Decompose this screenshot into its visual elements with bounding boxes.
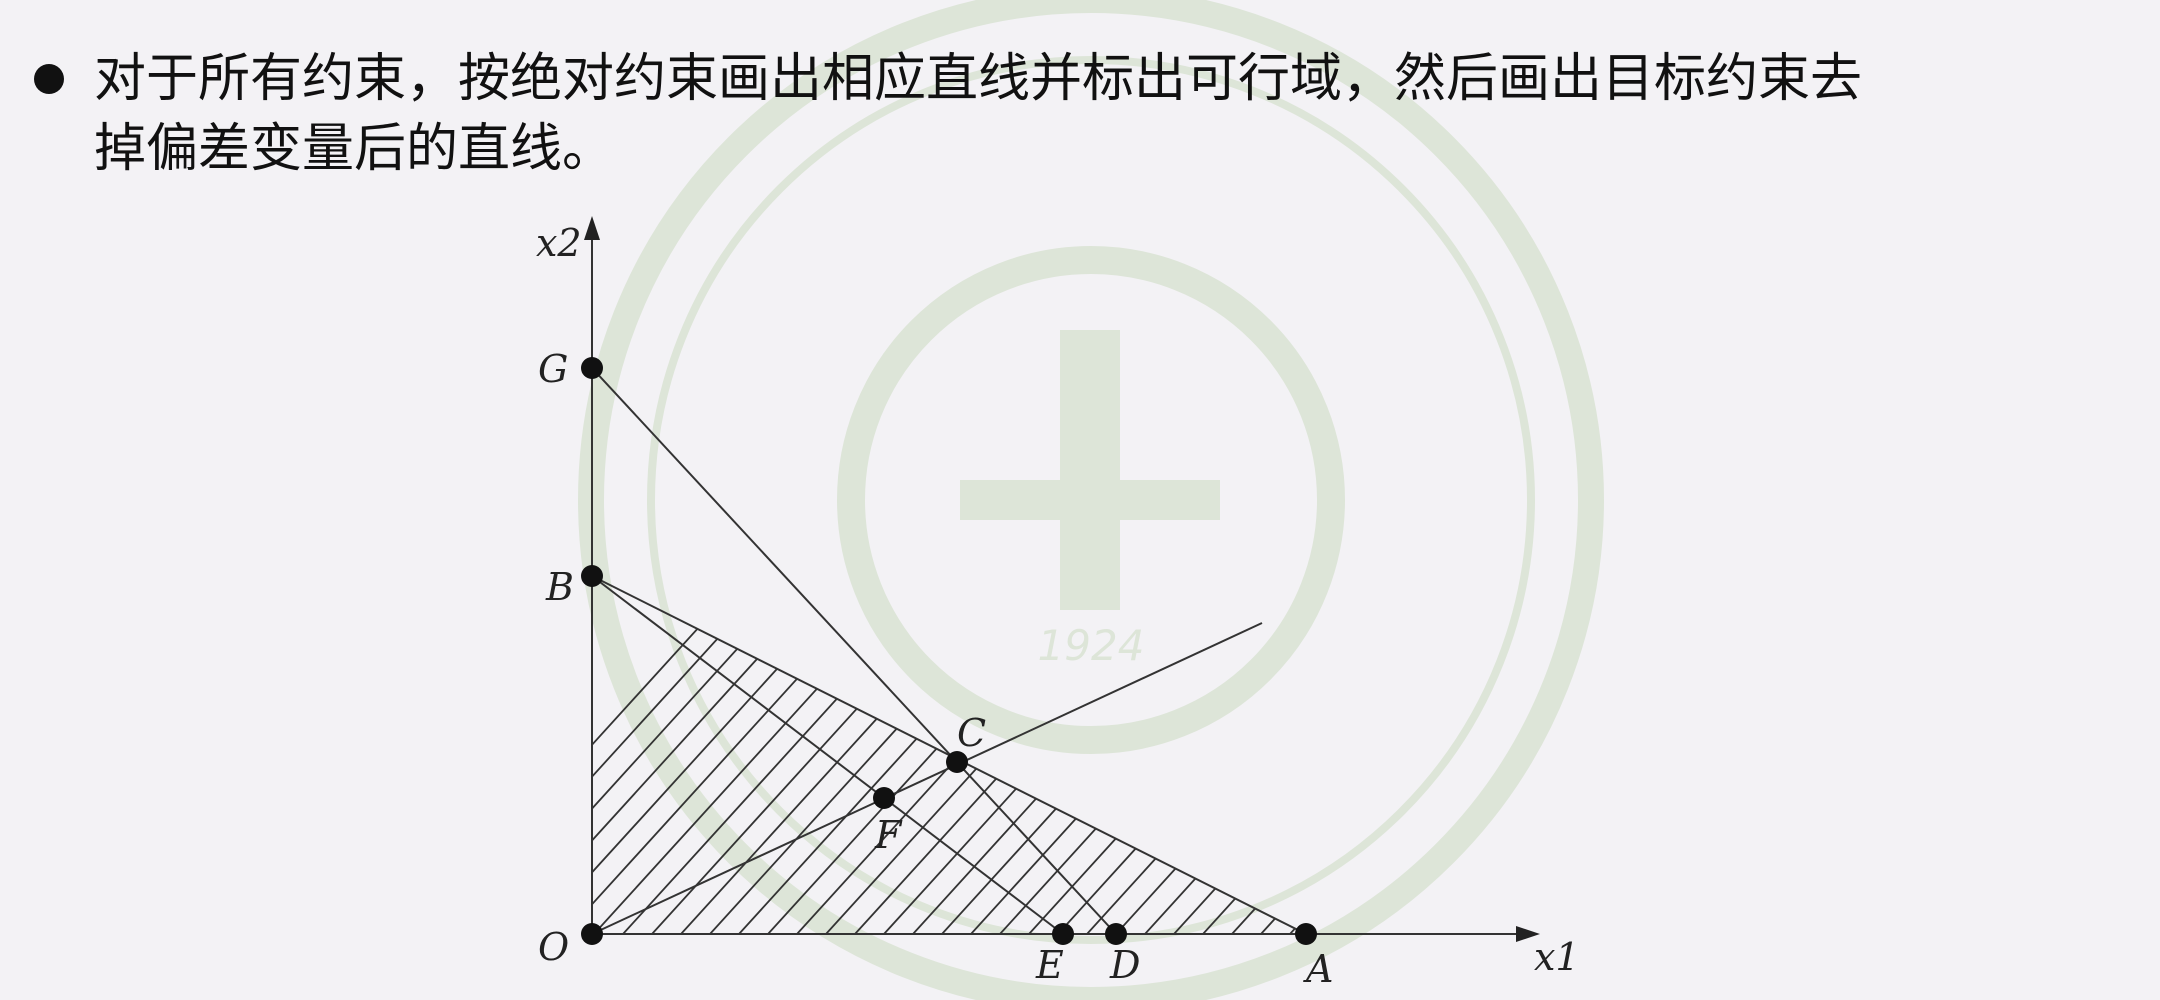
hatch-line xyxy=(883,576,1285,934)
hatch-line xyxy=(1260,576,1306,934)
goal-programming-diagram: x2 x1 O A B G C F E D xyxy=(536,216,1719,991)
hatch-line xyxy=(592,576,966,934)
hatch-line xyxy=(651,576,1053,934)
hatch-line xyxy=(796,576,1198,934)
hatch-line xyxy=(999,576,1306,934)
point-D xyxy=(1105,923,1127,945)
label-B: B xyxy=(545,565,574,609)
label-F: F xyxy=(874,813,903,857)
label-E: E xyxy=(1035,943,1064,987)
hatch-line xyxy=(592,576,850,934)
point-A xyxy=(1295,923,1317,945)
point-G xyxy=(581,357,603,379)
hatch-line xyxy=(593,576,995,934)
label-O: O xyxy=(538,925,569,969)
x1-axis-label: x1 xyxy=(1534,935,1580,979)
hatch-line xyxy=(1231,576,1306,934)
point-E xyxy=(1052,923,1074,945)
point-O xyxy=(581,923,603,945)
hatch-line xyxy=(1057,576,1306,934)
label-A: A xyxy=(1303,947,1333,991)
hatch-line xyxy=(680,576,1082,934)
hatch-line xyxy=(738,576,1140,934)
hatch-line xyxy=(1144,576,1306,934)
hatch-line xyxy=(1028,576,1306,934)
hatch-line xyxy=(1319,494,1719,934)
hatch-line xyxy=(1202,576,1306,934)
point-F xyxy=(873,787,895,809)
hatch-line xyxy=(825,576,1227,934)
hatch-line xyxy=(1173,576,1306,934)
hatch-line xyxy=(592,576,908,934)
hatch-line xyxy=(1289,576,1306,934)
feasible-region-hatching xyxy=(592,494,1719,934)
point-B xyxy=(581,565,603,587)
hatch-line xyxy=(1086,576,1306,934)
hatch-line xyxy=(592,576,821,934)
label-G: G xyxy=(538,347,568,391)
label-C: C xyxy=(957,711,986,755)
hatch-line xyxy=(941,576,1306,934)
hatch-line xyxy=(592,576,879,934)
x2-axis-label: x2 xyxy=(536,221,582,265)
hatch-line xyxy=(970,576,1306,934)
label-D: D xyxy=(1109,943,1140,987)
line-BE xyxy=(591,575,1064,935)
